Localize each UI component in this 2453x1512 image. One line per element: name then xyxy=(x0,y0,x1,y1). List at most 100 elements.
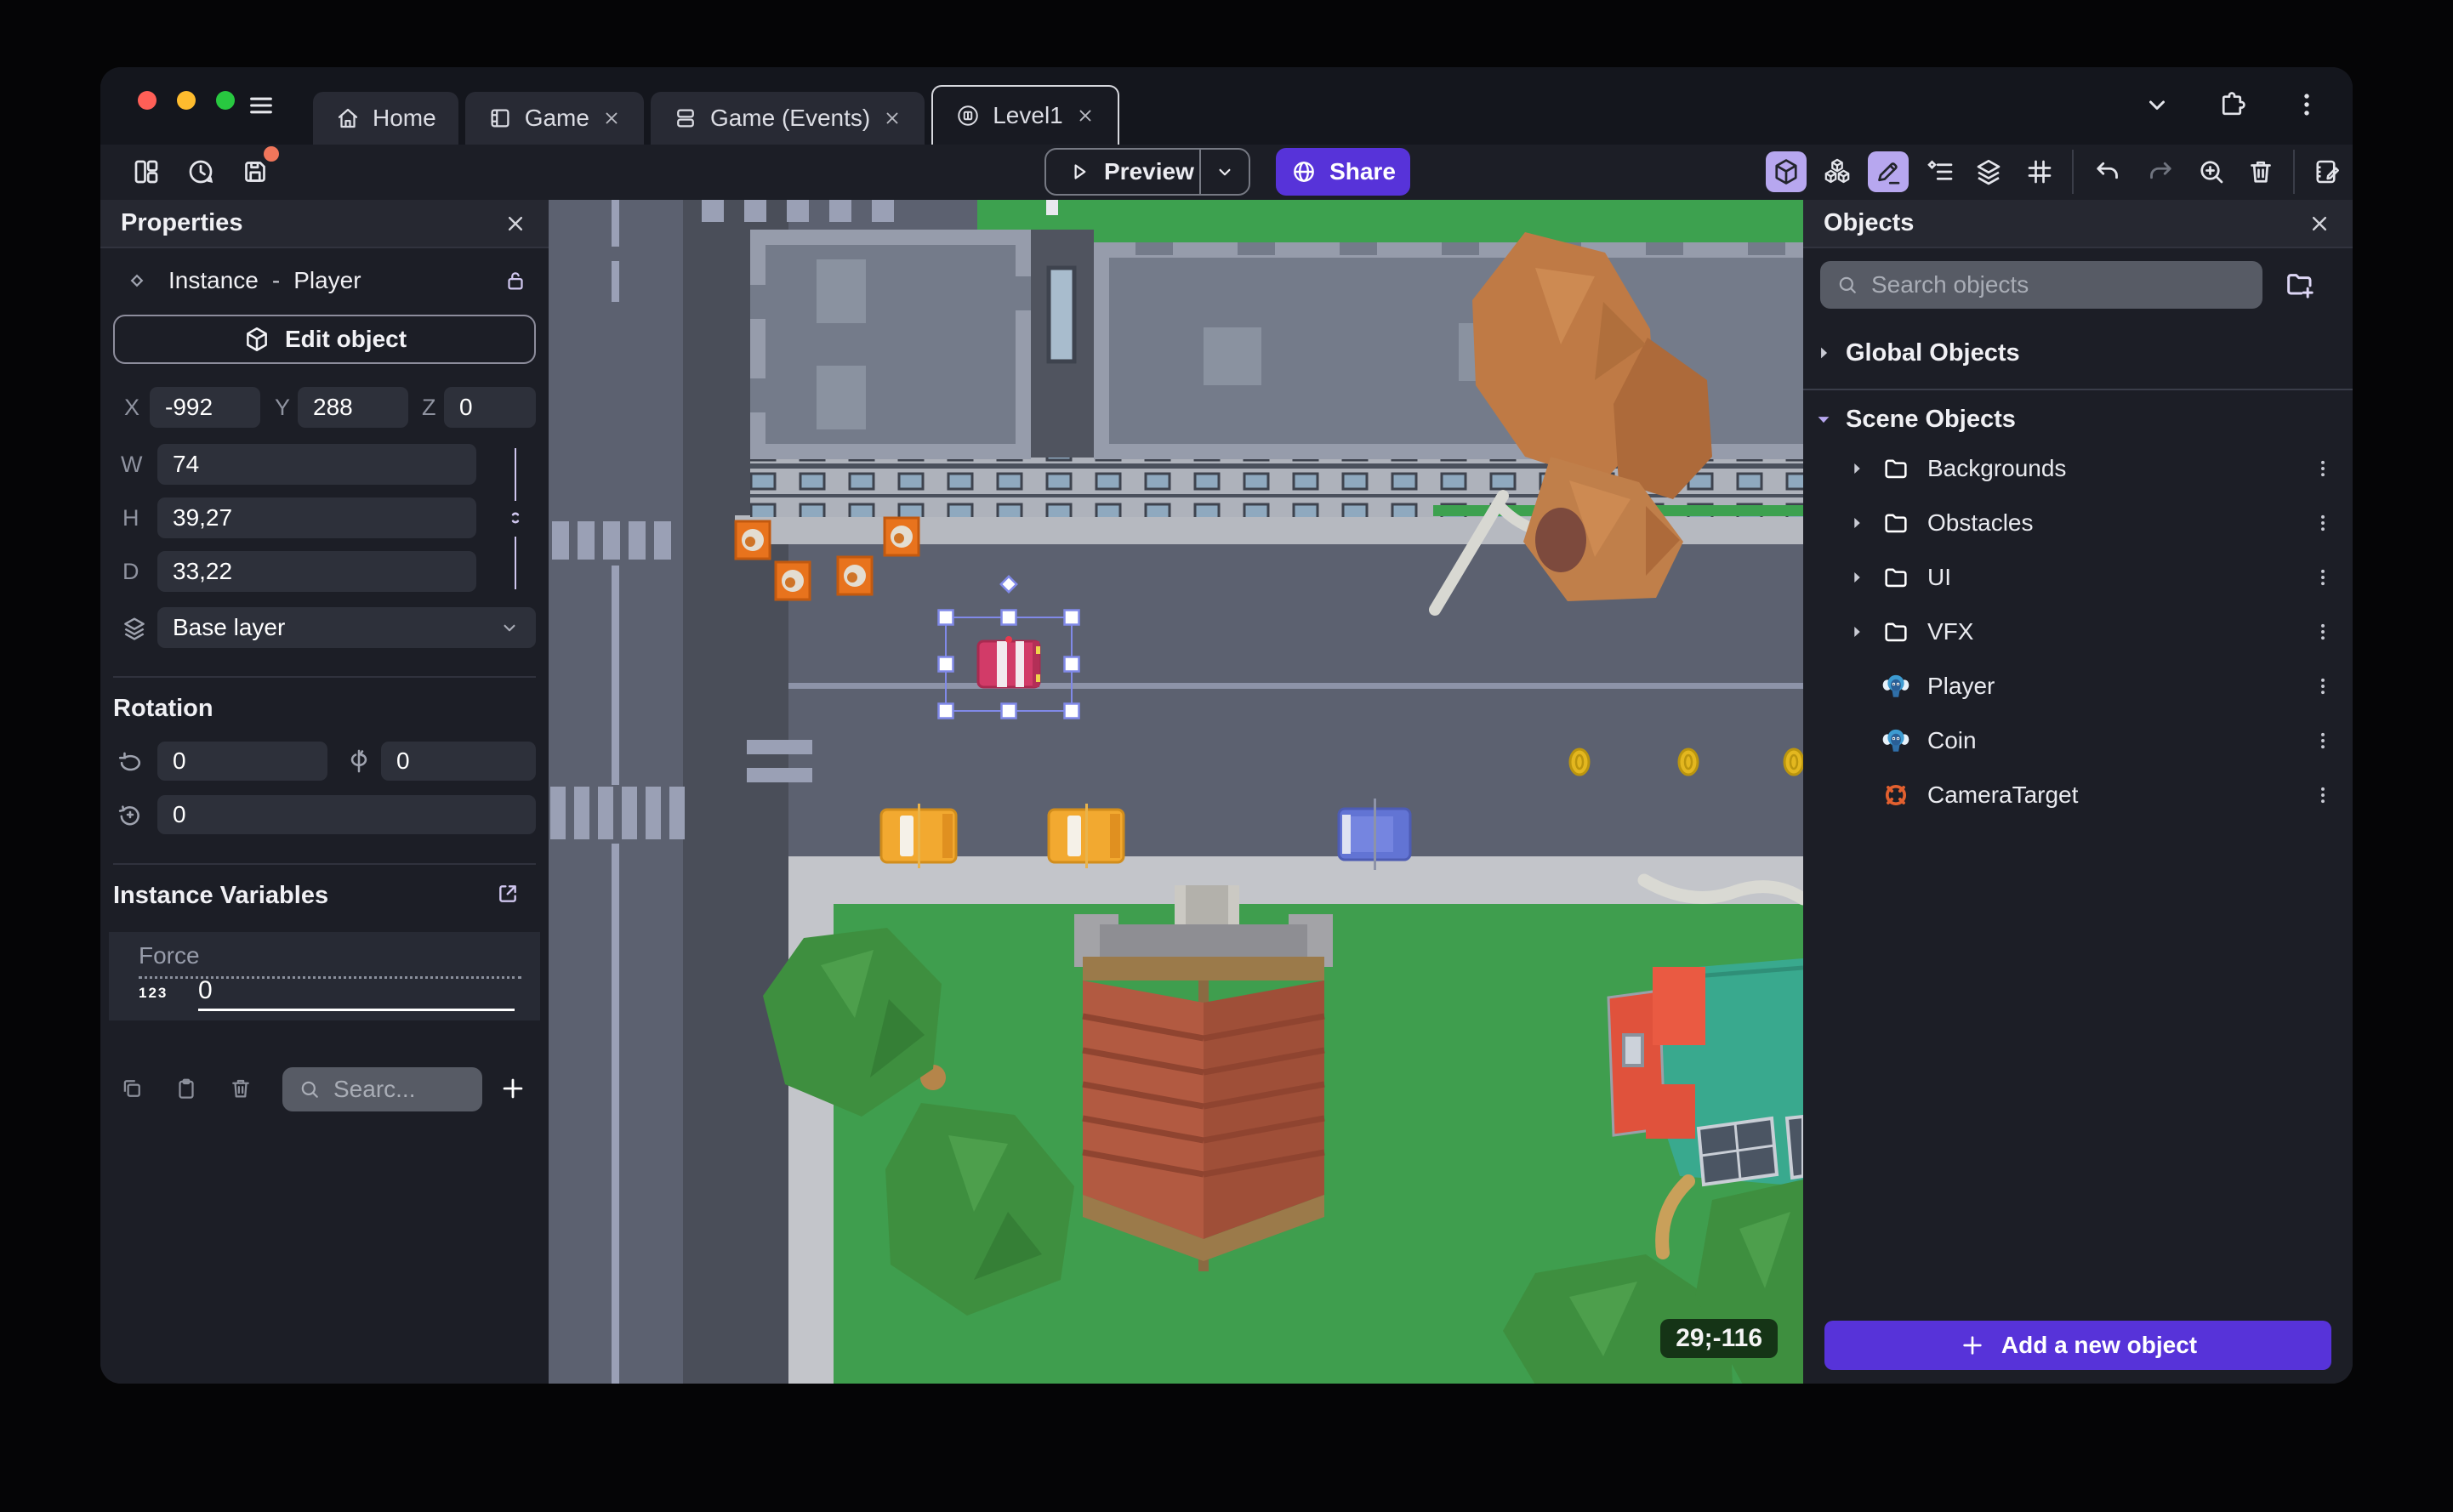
tab-game[interactable]: Game xyxy=(464,92,644,145)
edit-mode-button[interactable] xyxy=(1868,151,1909,192)
chevron-down-icon[interactable] xyxy=(2142,89,2172,120)
properties-panel-header: Properties xyxy=(100,200,549,248)
divider xyxy=(1803,389,2353,390)
depth-input[interactable] xyxy=(157,551,476,592)
open-variables-icon[interactable] xyxy=(494,880,521,907)
diamond-icon xyxy=(124,268,150,293)
group-global-objects[interactable]: Global Objects xyxy=(1803,334,2353,372)
item-menu-icon[interactable] xyxy=(2312,512,2334,534)
tab-home[interactable]: Home xyxy=(313,92,458,145)
objects-search[interactable] xyxy=(1820,261,2262,309)
layer-select[interactable]: Base layer xyxy=(157,607,536,648)
copy-icon[interactable] xyxy=(119,1076,145,1101)
object-item-backgrounds[interactable]: Backgrounds xyxy=(1803,441,2353,496)
y-input[interactable] xyxy=(298,387,408,428)
tab-label: Game (Events) xyxy=(709,105,871,131)
close-tab-icon[interactable] xyxy=(882,108,902,128)
scene-canvas[interactable]: 29;-116 xyxy=(549,200,1803,1384)
unlock-icon[interactable] xyxy=(503,268,528,293)
minimize-window-button[interactable] xyxy=(177,91,196,110)
chevron-right-icon[interactable] xyxy=(1846,458,1868,480)
folder-icon xyxy=(1881,617,1910,646)
width-input[interactable] xyxy=(157,444,476,485)
objects-search-input[interactable] xyxy=(1871,271,2247,298)
variable-value[interactable]: 0 xyxy=(198,976,515,1011)
object-item-coin[interactable]: Coin xyxy=(1803,713,2353,768)
layers-button[interactable] xyxy=(1968,151,2009,192)
divider xyxy=(113,676,536,678)
more-options-icon[interactable] xyxy=(2291,89,2322,120)
variables-search[interactable] xyxy=(282,1067,482,1111)
instance-name: Player xyxy=(293,267,361,293)
delete-variable-icon[interactable] xyxy=(228,1076,253,1101)
paste-icon[interactable] xyxy=(174,1076,199,1101)
film-icon xyxy=(487,105,513,131)
grid-button[interactable] xyxy=(2019,151,2060,192)
edit-object-button[interactable]: Edit object xyxy=(113,315,536,364)
rotation-x-input[interactable] xyxy=(157,742,327,781)
menu-icon[interactable] xyxy=(247,91,276,120)
extensions-puzzle-icon[interactable] xyxy=(2217,89,2247,120)
variable-row[interactable]: Force 123 0 xyxy=(109,932,540,1020)
instances-list-button[interactable] xyxy=(1921,151,1961,192)
preview-dropdown-button[interactable] xyxy=(1199,150,1249,194)
zoom-in-button[interactable] xyxy=(2191,151,2232,192)
preview-label: Preview xyxy=(1104,158,1194,185)
save-button[interactable] xyxy=(235,146,279,192)
height-input[interactable] xyxy=(157,497,476,538)
object-item-obstacles[interactable]: Obstacles xyxy=(1803,496,2353,550)
x-input[interactable] xyxy=(150,387,260,428)
folder-icon xyxy=(1881,454,1910,483)
search-icon xyxy=(298,1077,322,1101)
preview-button[interactable]: Preview xyxy=(1046,150,1199,194)
close-properties-icon[interactable] xyxy=(503,211,528,236)
lock-aspect-ratio-icon[interactable] xyxy=(502,504,529,531)
item-menu-icon[interactable] xyxy=(2312,458,2334,480)
object-label: Obstacles xyxy=(1927,509,2034,536)
z-input[interactable] xyxy=(444,387,536,428)
group-scene-objects[interactable]: Scene Objects xyxy=(1803,401,2353,438)
objects-mode-button[interactable] xyxy=(1817,151,1858,192)
item-menu-icon[interactable] xyxy=(2312,675,2334,697)
unsaved-changes-badge xyxy=(264,146,279,162)
close-tab-icon[interactable] xyxy=(601,108,622,128)
add-variable-icon[interactable] xyxy=(498,1074,527,1103)
object-item-cameratarget[interactable]: CameraTarget xyxy=(1803,768,2353,822)
undo-button[interactable] xyxy=(2087,151,2128,192)
rotation-row-1 xyxy=(100,742,549,781)
object-item-vfx[interactable]: VFX xyxy=(1803,605,2353,659)
tab-level1[interactable]: Level1 xyxy=(931,85,1119,145)
rotation-y-input[interactable] xyxy=(381,742,536,781)
chevron-right-icon[interactable] xyxy=(1846,621,1868,643)
rotation-title: Rotation xyxy=(113,695,213,722)
close-objects-icon[interactable] xyxy=(2307,211,2332,236)
item-menu-icon[interactable] xyxy=(2312,784,2334,806)
item-menu-icon[interactable] xyxy=(2312,621,2334,643)
w-label: W xyxy=(121,451,143,477)
height-row: H xyxy=(100,497,549,538)
item-menu-icon[interactable] xyxy=(2312,566,2334,588)
maximize-window-button[interactable] xyxy=(216,91,235,110)
chevron-right-icon[interactable] xyxy=(1846,512,1868,534)
variable-name[interactable]: Force xyxy=(139,942,521,979)
delete-button[interactable] xyxy=(2240,151,2281,192)
redo-button[interactable] xyxy=(2140,151,2181,192)
close-tab-icon[interactable] xyxy=(1075,105,1096,126)
chevron-right-icon[interactable] xyxy=(1846,566,1868,588)
3d-view-toggle-button[interactable] xyxy=(1766,151,1807,192)
variables-search-input[interactable] xyxy=(333,1076,467,1103)
share-button[interactable]: Share xyxy=(1276,148,1410,196)
add-folder-icon[interactable] xyxy=(2283,268,2317,302)
history-button[interactable] xyxy=(180,151,221,192)
add-new-object-button[interactable]: Add a new object xyxy=(1824,1321,2331,1370)
edit-scene-properties-button[interactable] xyxy=(2307,151,2348,192)
tab-game-events[interactable]: Game (Events) xyxy=(650,92,925,145)
item-menu-icon[interactable] xyxy=(2312,730,2334,752)
object-item-player[interactable]: Player xyxy=(1803,659,2353,713)
object-item-ui[interactable]: UI xyxy=(1803,550,2353,605)
toggle-panels-button[interactable] xyxy=(126,151,167,192)
rotate-x-icon xyxy=(116,747,145,776)
close-window-button[interactable] xyxy=(138,91,157,110)
group-label: Scene Objects xyxy=(1846,405,2016,433)
rotation-z-input[interactable] xyxy=(157,795,536,834)
